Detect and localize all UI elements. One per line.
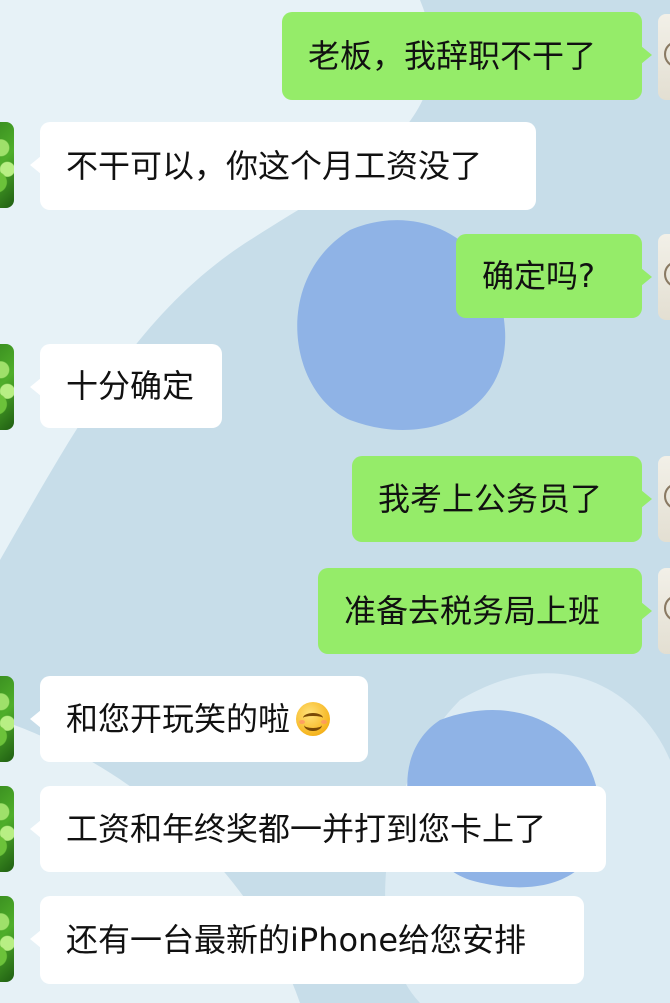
message-bubble-outgoing[interactable]: 老板，我辞职不干了 bbox=[282, 12, 652, 100]
avatar-right[interactable]: @ bbox=[658, 568, 670, 654]
chat-thread: @ 老板，我辞职不干了 不干可以，你这个月工资没了 @ 确定吗? 十分确定 @ … bbox=[0, 0, 670, 1003]
message-text: 我考上公务员了 bbox=[378, 480, 603, 518]
message-text: 和您开玩笑的啦 bbox=[66, 700, 291, 738]
avatar-glyph: @ bbox=[662, 592, 670, 622]
message-bubble-incoming[interactable]: 十分确定 bbox=[30, 344, 222, 428]
message-text: 准备去税务局上班 bbox=[344, 592, 601, 630]
avatar-left[interactable] bbox=[0, 786, 14, 872]
avatar-right[interactable]: @ bbox=[658, 456, 670, 542]
avatar-glyph: @ bbox=[662, 258, 670, 288]
avatar-right[interactable]: @ bbox=[658, 234, 670, 320]
avatar-left[interactable] bbox=[0, 896, 14, 982]
avatar-glyph: @ bbox=[662, 480, 670, 510]
avatar-left[interactable] bbox=[0, 676, 14, 762]
avatar-right[interactable]: @ bbox=[658, 14, 670, 100]
message-bubble-outgoing[interactable]: 我考上公务员了 bbox=[352, 456, 652, 542]
message-bubble-incoming[interactable]: 工资和年终奖都一并打到您卡上了 bbox=[30, 786, 606, 872]
message-text: 确定吗? bbox=[482, 257, 595, 295]
message-bubble-incoming[interactable]: 还有一台最新的iPhone给您安排 bbox=[30, 896, 584, 984]
avatar-left[interactable] bbox=[0, 344, 14, 430]
message-bubble-incoming[interactable]: 和您开玩笑的啦 bbox=[30, 676, 368, 762]
message-text: 还有一台最新的iPhone给您安排 bbox=[66, 921, 527, 959]
smiling-face-emoji bbox=[296, 702, 331, 736]
message-bubble-incoming[interactable]: 不干可以，你这个月工资没了 bbox=[30, 122, 536, 210]
avatar-left[interactable] bbox=[0, 122, 14, 208]
message-text: 十分确定 bbox=[66, 367, 195, 405]
message-text: 工资和年终奖都一并打到您卡上了 bbox=[66, 810, 547, 848]
message-text: 老板，我辞职不干了 bbox=[308, 37, 597, 75]
avatar-glyph: @ bbox=[662, 38, 670, 68]
message-bubble-outgoing[interactable]: 准备去税务局上班 bbox=[318, 568, 652, 654]
message-bubble-outgoing[interactable]: 确定吗? bbox=[456, 234, 652, 318]
message-text: 不干可以，你这个月工资没了 bbox=[66, 147, 483, 185]
